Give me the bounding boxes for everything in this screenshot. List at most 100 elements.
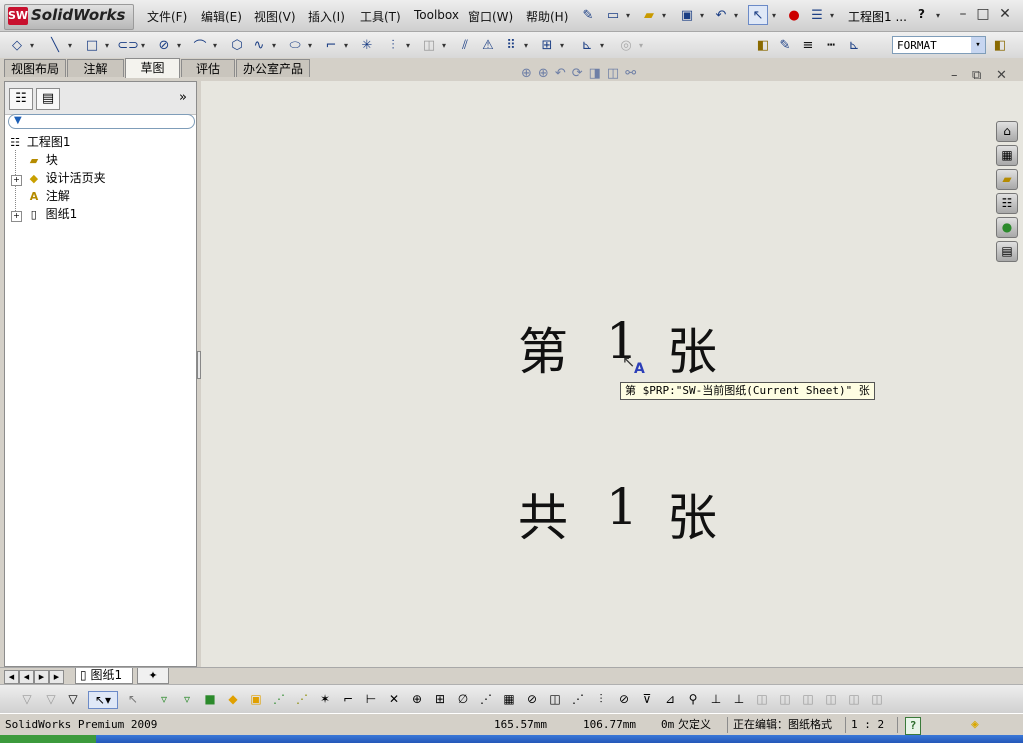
- redraw-icon[interactable]: ⟳: [572, 66, 589, 81]
- total-sheets-value[interactable]: 1: [606, 478, 638, 536]
- hide-show-items-icon[interactable]: ⚯: [625, 66, 642, 81]
- filter-dowel-pins-icon[interactable]: ⊽: [638, 691, 656, 707]
- tab-evaluate[interactable]: 评估: [181, 59, 235, 77]
- filter-center-marks-icon[interactable]: ✕: [385, 691, 403, 707]
- arc-dropdown-icon[interactable]: ▾: [213, 41, 217, 50]
- select-dropdown-icon[interactable]: ▾: [772, 11, 776, 20]
- filter-shaded-1-icon[interactable]: ◫: [753, 691, 771, 707]
- close-window-icon[interactable]: ✕: [996, 5, 1014, 23]
- doc-close-icon[interactable]: ✕: [996, 68, 1007, 83]
- maximize-window-icon[interactable]: □: [974, 5, 992, 23]
- filter-datum-features-icon[interactable]: ⊘: [523, 691, 541, 707]
- new-dropdown-icon[interactable]: ▾: [626, 11, 630, 20]
- options-icon[interactable]: ☰: [808, 6, 826, 24]
- start-button[interactable]: [0, 735, 96, 743]
- open-folder-icon[interactable]: ▰: [640, 6, 658, 24]
- convert-dropdown-icon[interactable]: ▾: [442, 41, 446, 50]
- menu-help[interactable]: 帮助(H): [526, 8, 568, 25]
- filter-shaded-5-icon[interactable]: ◫: [845, 691, 863, 707]
- new-document-icon[interactable]: ▭: [604, 6, 622, 24]
- invert-selection-icon[interactable]: ↖: [124, 691, 142, 707]
- minimize-window-icon[interactable]: –: [954, 5, 972, 23]
- filter-faces-icon[interactable]: ■: [201, 691, 219, 707]
- display-style-icon[interactable]: ◫: [607, 66, 625, 81]
- hide-show-edges-icon[interactable]: ⊾: [845, 36, 863, 54]
- ellipse-tool-icon[interactable]: ⬭: [286, 36, 304, 54]
- fillet-tool-icon[interactable]: ⌐: [322, 36, 340, 54]
- offset-entities-icon[interactable]: ⫽: [456, 36, 474, 54]
- filter-axes-icon[interactable]: ⋰: [270, 691, 288, 707]
- section-view-icon[interactable]: ◨: [589, 66, 607, 81]
- solidworks-resources-icon[interactable]: ⌂: [996, 121, 1018, 142]
- tree-item-sheet[interactable]: + ▯ 图纸1: [11, 205, 77, 223]
- filter-surface-bodies-icon[interactable]: ◆: [224, 691, 242, 707]
- circle-tool-icon[interactable]: ⊘: [155, 36, 173, 54]
- feature-tree-tab-icon[interactable]: ☷: [9, 88, 33, 110]
- doc-restore-icon[interactable]: ⧉: [972, 68, 981, 83]
- repair-dropdown-icon[interactable]: ▾: [639, 41, 643, 50]
- tree-item-annotations[interactable]: A 注解: [26, 187, 70, 205]
- filter-planes-icon[interactable]: ⋰: [293, 691, 311, 707]
- filter-mid-planes-icon[interactable]: ⊥: [707, 691, 725, 707]
- move-entities-icon[interactable]: ⊞: [538, 36, 556, 54]
- relations-dropdown-icon[interactable]: ▾: [600, 41, 604, 50]
- sheet-tab-active[interactable]: ▯ 图纸1: [75, 668, 133, 684]
- zoom-to-fit-icon[interactable]: ⊕: [521, 66, 538, 81]
- drawing-canvas[interactable]: [201, 81, 1023, 667]
- toggle-selection-filters-icon[interactable]: ▽: [42, 691, 60, 707]
- filter-geometric-tolerance-icon[interactable]: ⋰: [477, 691, 495, 707]
- previous-sheet-icon[interactable]: ◀: [19, 670, 34, 684]
- display-relations-icon[interactable]: ⊾: [578, 36, 596, 54]
- solidworks-logo[interactable]: SW SolidWorks: [4, 4, 134, 30]
- filter-dimensions-icon[interactable]: ⊞: [431, 691, 449, 707]
- tab-view-layout[interactable]: 视图布局: [4, 59, 66, 77]
- tab-annotation[interactable]: 注解: [67, 59, 124, 77]
- next-sheet-icon[interactable]: ▶: [34, 670, 49, 684]
- undo-dropdown-icon[interactable]: ▾: [734, 11, 738, 20]
- line-tool-icon[interactable]: ╲: [46, 36, 64, 54]
- select-pointer-icon[interactable]: ↖: [748, 5, 768, 25]
- filter-sketch-points-icon[interactable]: ✶: [316, 691, 334, 707]
- options-dropdown-icon[interactable]: ▾: [830, 11, 834, 20]
- linear-pattern-icon[interactable]: ⠿: [502, 36, 520, 54]
- menu-toolbox[interactable]: Toolbox: [414, 8, 459, 22]
- appearances-icon[interactable]: ●: [996, 217, 1018, 238]
- filter-blocks-icon[interactable]: ⊘: [615, 691, 633, 707]
- open-dropdown-icon[interactable]: ▾: [662, 11, 666, 20]
- filter-flat-faces-icon[interactable]: ⊥: [730, 691, 748, 707]
- layer-combo-arrow-icon[interactable]: ▾: [971, 37, 985, 53]
- filter-surface-finish-icon[interactable]: ∅: [454, 691, 472, 707]
- add-sheet-icon[interactable]: ✦: [137, 668, 169, 684]
- fillet-dropdown-icon[interactable]: ▾: [344, 41, 348, 50]
- file-explorer-icon[interactable]: ▰: [996, 169, 1018, 190]
- save-icon[interactable]: ▣: [678, 6, 696, 24]
- filter-sketch-segments-icon[interactable]: ⌐: [339, 691, 357, 707]
- spline-dropdown-icon[interactable]: ▾: [272, 41, 276, 50]
- rectangle-dropdown-icon[interactable]: ▾: [105, 41, 109, 50]
- mirror-entities-icon[interactable]: ⚠: [479, 36, 497, 54]
- zoom-to-area-icon[interactable]: ⊕: [538, 66, 555, 81]
- menu-window[interactable]: 窗口(W): [468, 8, 513, 25]
- arc-tool-icon[interactable]: ⌒: [191, 36, 209, 55]
- spline-tool-icon[interactable]: ∿: [250, 36, 268, 54]
- select-all-filters-icon[interactable]: ↖▾: [88, 691, 118, 709]
- filter-shaded-4-icon[interactable]: ◫: [822, 691, 840, 707]
- convert-entities-icon[interactable]: ◫: [420, 36, 438, 54]
- filter-routing-points-icon[interactable]: ⚲: [684, 691, 702, 707]
- line-dropdown-icon[interactable]: ▾: [68, 41, 72, 50]
- circle-dropdown-icon[interactable]: ▾: [177, 41, 181, 50]
- filter-weld-symbols-icon[interactable]: ◫: [546, 691, 564, 707]
- ellipse-dropdown-icon[interactable]: ▾: [308, 41, 312, 50]
- feature-tree-filter[interactable]: ▼: [8, 114, 195, 129]
- filter-shaded-2-icon[interactable]: ◫: [776, 691, 794, 707]
- polygon-tool-icon[interactable]: ⬡: [228, 36, 246, 54]
- filter-connection-points-icon[interactable]: ⊿: [661, 691, 679, 707]
- clear-all-filters-icon[interactable]: ▽: [64, 691, 82, 707]
- tab-sketch[interactable]: 草图: [125, 58, 180, 78]
- smart-dimension-icon[interactable]: ◇: [8, 36, 26, 54]
- filter-shaded-6-icon[interactable]: ◫: [868, 691, 886, 707]
- tree-item-drawing[interactable]: ☷ 工程图1: [7, 133, 70, 151]
- menu-tools[interactable]: 工具(T): [360, 8, 401, 25]
- save-dropdown-icon[interactable]: ▾: [700, 11, 704, 20]
- rectangle-tool-icon[interactable]: □: [83, 36, 101, 54]
